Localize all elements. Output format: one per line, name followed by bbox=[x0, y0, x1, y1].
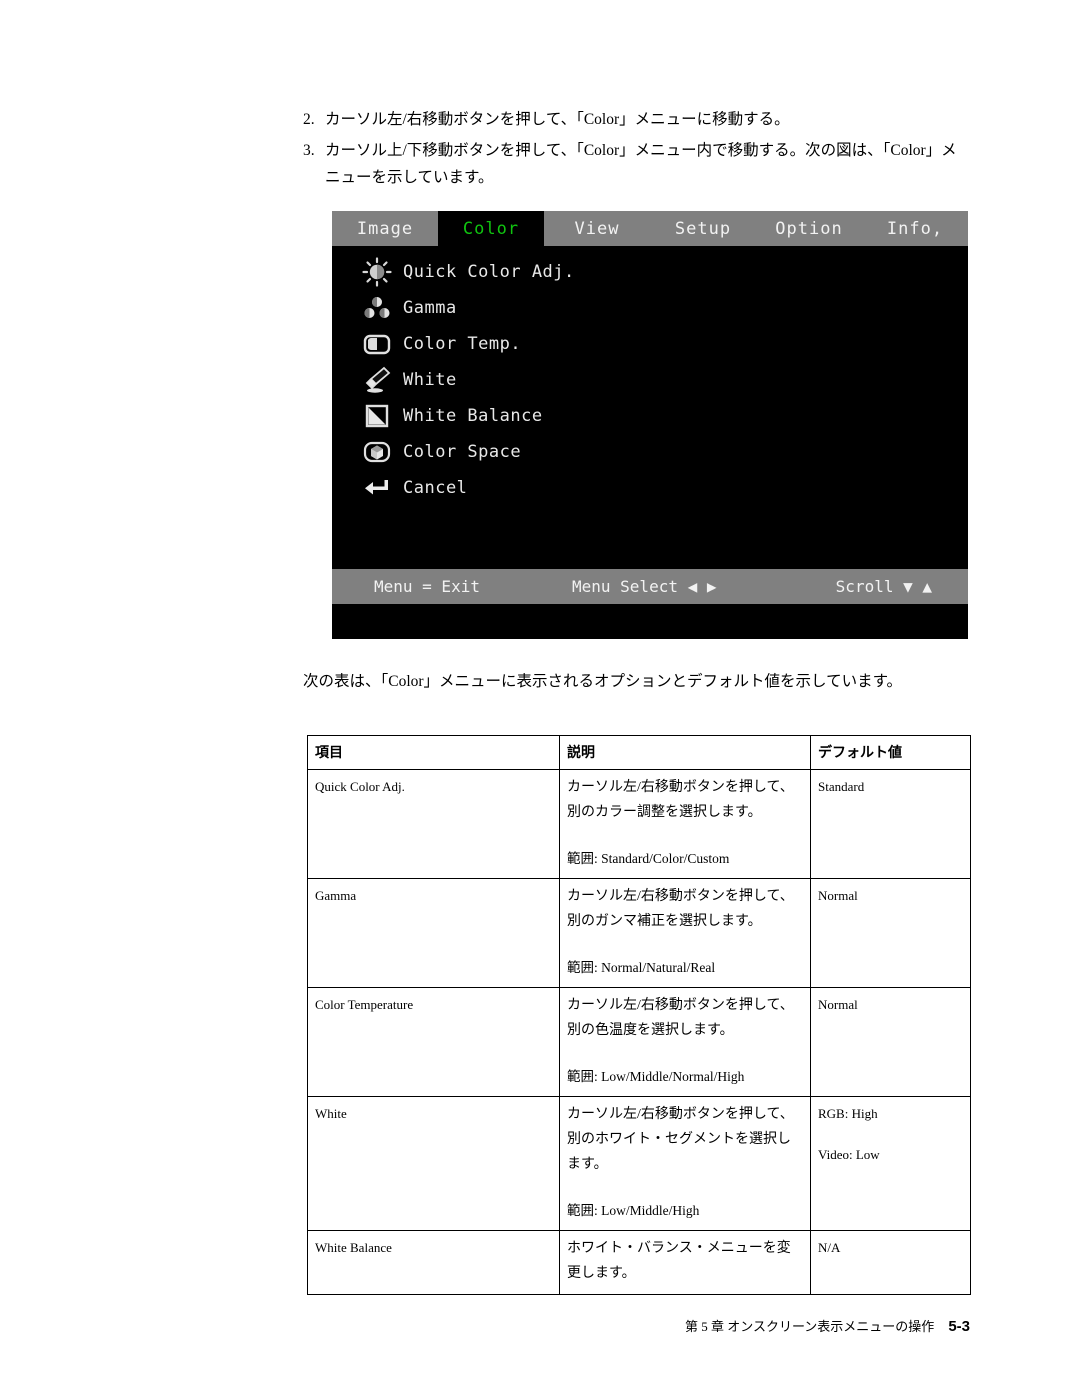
cell-default: Normal bbox=[810, 987, 971, 1097]
cell-default: N/A bbox=[810, 1230, 971, 1295]
osd-tab-option[interactable]: Option bbox=[756, 211, 862, 246]
color-menu-options-table: 項目 説明 デフォルト値 Quick Color Adj. カーソル左/右移動ボ… bbox=[307, 735, 971, 1295]
osd-tab-color[interactable]: Color bbox=[438, 211, 544, 246]
page-number: 5-3 bbox=[948, 1318, 970, 1335]
cell-item: White Balance bbox=[307, 1230, 560, 1295]
table-header-row: 項目 説明 デフォルト値 bbox=[307, 735, 971, 770]
osd-item-label: White Balance bbox=[403, 406, 543, 426]
cell-description-text: カーソル左/右移動ボタンを押して、別の色温度を選択します。 bbox=[567, 998, 794, 1038]
osd-tab-image[interactable]: Image bbox=[332, 211, 438, 246]
cell-range-text: 範囲: Normal/Natural/Real bbox=[567, 960, 716, 975]
table-header-default: デフォルト値 bbox=[810, 735, 971, 770]
table-header-item: 項目 bbox=[307, 735, 560, 770]
osd-item-label: Quick Color Adj. bbox=[403, 262, 575, 282]
cell-description-text: カーソル左/右移動ボタンを押して、別のガンマ補正を選択します。 bbox=[567, 889, 794, 929]
cell-description-text: ホワイト・バランス・メニューを変更します。 bbox=[567, 1241, 791, 1281]
cell-default: Normal bbox=[810, 878, 971, 988]
table-row: Gamma カーソル左/右移動ボタンを押して、別のガンマ補正を選択します。 範囲… bbox=[307, 878, 971, 988]
table-row: Color Temperature カーソル左/右移動ボタンを押して、別の色温度… bbox=[307, 987, 971, 1097]
osd-item-gamma[interactable]: Gamma bbox=[332, 290, 968, 326]
table-row: White カーソル左/右移動ボタンを押して、別のホワイト・セグメントを選択しま… bbox=[307, 1096, 971, 1231]
cell-description: ホワイト・バランス・メニューを変更します。 bbox=[559, 1230, 811, 1295]
cell-description: カーソル左/右移動ボタンを押して、別のホワイト・セグメントを選択します。 範囲:… bbox=[559, 1096, 811, 1231]
osd-item-color-space[interactable]: Color Space bbox=[332, 434, 968, 470]
osd-item-label: Gamma bbox=[403, 298, 457, 318]
cell-description: カーソル左/右移動ボタンを押して、別のガンマ補正を選択します。 範囲: Norm… bbox=[559, 878, 811, 988]
cell-item: Quick Color Adj. bbox=[307, 769, 560, 879]
color-space-icon bbox=[357, 437, 397, 467]
step-text: カーソル上/下移動ボタンを押して、「Color」メニュー内で移動する。次の図は、… bbox=[325, 142, 957, 186]
cell-range-text: 範囲: Low/Middle/Normal/High bbox=[567, 1069, 745, 1084]
list-item: 3. カーソル上/下移動ボタンを押して、「Color」メニュー内で移動する。次の… bbox=[303, 137, 963, 191]
osd-footer-select: Menu Select ◀ ▶ bbox=[572, 577, 717, 596]
cell-range-text: 範囲: Low/Middle/High bbox=[567, 1203, 700, 1218]
cell-description-text: カーソル左/右移動ボタンを押して、別のカラー調整を選択します。 bbox=[567, 780, 794, 820]
cell-default: Standard bbox=[810, 769, 971, 879]
osd-menu-list: Quick Color Adj. Gamma Color Temp. White… bbox=[332, 246, 968, 604]
cell-item: White bbox=[307, 1096, 560, 1231]
table-row: White Balance ホワイト・バランス・メニューを変更します。 N/A bbox=[307, 1230, 971, 1295]
cell-item: Color Temperature bbox=[307, 987, 560, 1097]
step-number: 3. bbox=[303, 142, 315, 159]
osd-tab-info[interactable]: Info, bbox=[862, 211, 968, 246]
osd-footer-exit: Menu = Exit bbox=[374, 577, 480, 596]
osd-item-white-balance[interactable]: White Balance bbox=[332, 398, 968, 434]
cell-default: RGB: High Video: Low bbox=[810, 1096, 971, 1231]
color-temperature-icon bbox=[357, 329, 397, 359]
chapter-label: 第 5 章 オンスクリーン表示メニューの操作 bbox=[684, 1319, 935, 1334]
table-intro-paragraph: 次の表は、「Color」メニューに表示されるオプションとデフォルト値を示していま… bbox=[303, 673, 903, 690]
osd-item-label: Cancel bbox=[403, 478, 468, 498]
return-arrow-icon bbox=[357, 473, 397, 503]
osd-item-color-temp[interactable]: Color Temp. bbox=[332, 326, 968, 362]
cell-default-video: Video: Low bbox=[818, 1147, 880, 1162]
cell-description: カーソル左/右移動ボタンを押して、別のカラー調整を選択します。 範囲: Stan… bbox=[559, 769, 811, 879]
list-item: 2. カーソル左/右移動ボタンを押して、「Color」メニューに移動する。 bbox=[303, 106, 963, 133]
osd-tab-bar: Image Color View Setup Option Info, bbox=[332, 211, 968, 246]
osd-footer-bar: Menu = Exit Menu Select ◀ ▶ Scroll ▼ ▲ bbox=[332, 569, 968, 604]
step-number: 2. bbox=[303, 111, 315, 128]
osd-item-cancel[interactable]: Cancel bbox=[332, 470, 968, 506]
white-balance-gradient-icon bbox=[357, 401, 397, 431]
osd-item-label: Color Space bbox=[403, 442, 522, 462]
cell-default-rgb: RGB: High bbox=[818, 1106, 878, 1121]
osd-footer-scroll: Scroll ▼ ▲ bbox=[835, 577, 932, 596]
osd-item-label: White bbox=[403, 370, 457, 390]
step-text: カーソル左/右移動ボタンを押して、「Color」メニューに移動する。 bbox=[325, 111, 790, 128]
osd-item-label: Color Temp. bbox=[403, 334, 522, 354]
cell-description-text: カーソル左/右移動ボタンを押して、別のホワイト・セグメントを選択します。 bbox=[567, 1107, 794, 1172]
osd-tab-setup[interactable]: Setup bbox=[650, 211, 756, 246]
instruction-steps: 2. カーソル左/右移動ボタンを押して、「Color」メニューに移動する。 3.… bbox=[303, 106, 963, 195]
cell-range-text: 範囲: Standard/Color/Custom bbox=[567, 851, 730, 866]
table-row: Quick Color Adj. カーソル左/右移動ボタンを押して、別のカラー調… bbox=[307, 769, 971, 879]
osd-tab-view[interactable]: View bbox=[544, 211, 650, 246]
gamma-circles-icon bbox=[357, 293, 397, 323]
osd-menu-figure: Image Color View Setup Option Info, Quic… bbox=[332, 211, 968, 639]
page-footer: 第 5 章 オンスクリーン表示メニューの操作 5-3 bbox=[685, 1316, 970, 1335]
osd-item-quick-color-adj[interactable]: Quick Color Adj. bbox=[332, 254, 968, 290]
osd-item-white[interactable]: White bbox=[332, 362, 968, 398]
cell-description: カーソル左/右移動ボタンを押して、別の色温度を選択します。 範囲: Low/Mi… bbox=[559, 987, 811, 1097]
table-header-description: 説明 bbox=[559, 735, 811, 770]
paintbrush-icon bbox=[357, 365, 397, 395]
brightness-sun-icon bbox=[357, 257, 397, 287]
cell-item: Gamma bbox=[307, 878, 560, 988]
